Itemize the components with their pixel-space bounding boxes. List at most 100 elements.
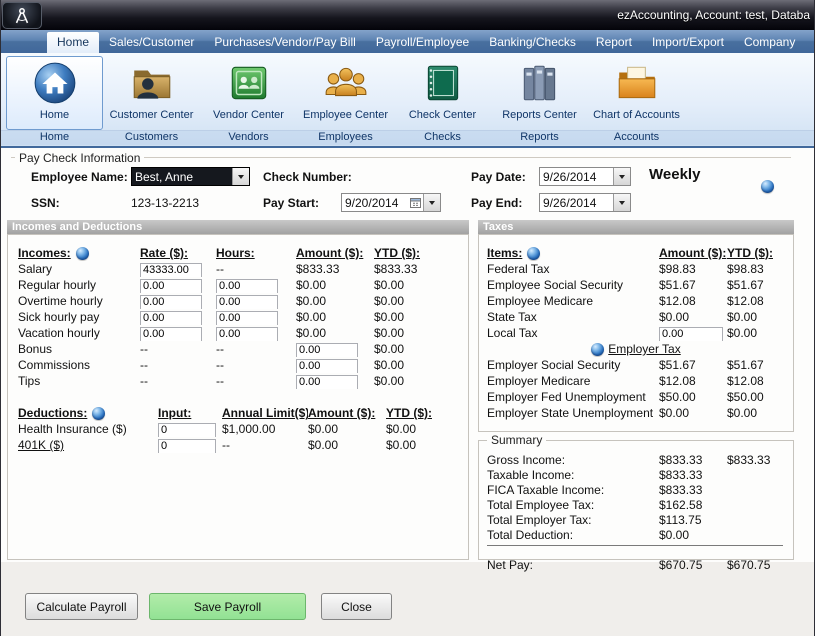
- health-insurance-input[interactable]: [158, 423, 216, 438]
- sublabel-checks[interactable]: Checks: [394, 131, 491, 145]
- tab-home[interactable]: Home: [47, 32, 99, 53]
- summary-label-total-employee-tax: Total Employee Tax:: [487, 498, 659, 513]
- incomes-help-globe-icon[interactable]: [76, 247, 89, 260]
- bonus-ytd: $0.00: [374, 341, 444, 357]
- sick-hourly-rate-input[interactable]: [140, 311, 202, 326]
- incomes-deductions-panel: Incomes: Rate ($): Hours: Amount ($): YT…: [7, 234, 469, 560]
- 401k-input[interactable]: [158, 439, 216, 454]
- calculate-payroll-button[interactable]: Calculate Payroll: [25, 593, 138, 620]
- chevron-down-icon: [429, 201, 435, 205]
- tax-label-employee-medicare: Employee Medicare: [487, 293, 659, 309]
- toolbar-home-button[interactable]: Home: [6, 56, 103, 130]
- pay-date-dropdown-button[interactable]: [613, 168, 630, 185]
- total-deduction-ytd: [727, 528, 783, 543]
- fica-taxable-income-ytd: [727, 483, 783, 498]
- deductions-help-globe-icon[interactable]: [92, 407, 105, 420]
- vacation-hourly-rate-input[interactable]: [140, 327, 202, 342]
- pay-date-select[interactable]: 9/26/2014: [539, 167, 631, 186]
- incomes-column-header: Incomes:: [18, 245, 71, 261]
- pay-end-dropdown-button[interactable]: [613, 194, 630, 211]
- sublabel-customers[interactable]: Customers: [103, 131, 200, 145]
- paycheck-section-title: Pay Check Information: [15, 151, 144, 165]
- sublabel-reports[interactable]: Reports: [491, 131, 588, 145]
- employee-name-dropdown-button[interactable]: [232, 168, 249, 185]
- pay-date-value: 9/26/2014: [540, 170, 613, 184]
- employer-fed-unemployment-ytd: $50.00: [727, 389, 785, 405]
- employer-social-security-ytd: $51.67: [727, 357, 785, 373]
- deduction-label-health-insurance: Health Insurance ($): [18, 421, 158, 437]
- home-icon: [32, 60, 78, 106]
- employer-medicare-ytd: $12.08: [727, 373, 785, 389]
- summary-table: Gross Income: $833.33 $833.33 Taxable In…: [487, 453, 793, 573]
- annual-limit-column-header: Annual Limit($):: [222, 405, 308, 421]
- toolbar-check-center-button[interactable]: Check Center: [394, 56, 491, 130]
- salary-rate-input[interactable]: [140, 263, 202, 278]
- state-tax-ytd: $0.00: [727, 309, 785, 325]
- calendar-icon[interactable]: [408, 197, 423, 208]
- salary-amount: $833.33: [296, 261, 374, 277]
- close-button[interactable]: Close: [321, 593, 392, 620]
- chevron-down-icon: [238, 175, 244, 179]
- save-payroll-button[interactable]: Save Payroll: [149, 593, 306, 620]
- pay-start-label: Pay Start:: [263, 196, 319, 210]
- taxable-income-amount: $833.33: [659, 468, 727, 483]
- regular-hourly-hours-input[interactable]: [216, 279, 278, 294]
- tab-company[interactable]: Company: [734, 30, 805, 53]
- pay-end-label: Pay End:: [471, 196, 522, 210]
- income-label-regular-hourly: Regular hourly: [18, 277, 140, 293]
- income-label-vacation-hourly: Vacation hourly: [18, 325, 140, 341]
- local-tax-input[interactable]: [659, 327, 723, 342]
- pay-date-label: Pay Date:: [471, 170, 526, 184]
- sick-hourly-hours-input[interactable]: [216, 311, 278, 326]
- summary-label-fica-taxable-income: FICA Taxable Income:: [487, 483, 659, 498]
- paycheck-help-globe-icon[interactable]: [761, 180, 774, 193]
- tax-amount-column-header: Amount ($):: [659, 245, 727, 261]
- pay-start-dropdown-button[interactable]: [423, 194, 440, 211]
- employee-name-label: Employee Name:: [31, 170, 128, 184]
- toolbar-chart-of-accounts-label: Chart of Accounts: [593, 109, 680, 121]
- bonus-amount-input[interactable]: [296, 343, 358, 358]
- toolbar-chart-of-accounts-button[interactable]: Chart of Accounts: [588, 56, 685, 130]
- sublabel-home[interactable]: Home: [6, 131, 103, 145]
- taxes-help-globe-icon[interactable]: [527, 247, 540, 260]
- app-logo-icon[interactable]: [2, 2, 42, 29]
- tab-help[interactable]: Help: [805, 30, 815, 53]
- commissions-amount-input[interactable]: [296, 359, 358, 374]
- deductions-column-header: Deductions:: [18, 405, 87, 421]
- overtime-hourly-hours-input[interactable]: [216, 295, 278, 310]
- tax-label-state: State Tax: [487, 309, 659, 325]
- toolbar-vendor-center-button[interactable]: Vendor Center: [200, 56, 297, 130]
- sublabel-employees[interactable]: Employees: [297, 131, 394, 145]
- tab-payroll-employee[interactable]: Payroll/Employee: [366, 30, 479, 53]
- tax-label-employee-social-security: Employee Social Security: [487, 277, 659, 293]
- tab-import-export[interactable]: Import/Export: [642, 30, 734, 53]
- toolbar-reports-center-button[interactable]: Reports Center: [491, 56, 588, 130]
- sublabel-vendors[interactable]: Vendors: [200, 131, 297, 145]
- toolbar-customer-center-button[interactable]: Customer Center: [103, 56, 200, 130]
- toolbar-reports-center-label: Reports Center: [502, 109, 577, 121]
- commissions-ytd: $0.00: [374, 357, 444, 373]
- check-number-input[interactable]: [361, 167, 457, 185]
- vacation-hourly-hours-input[interactable]: [216, 327, 278, 342]
- pay-end-select[interactable]: 9/26/2014: [539, 193, 631, 212]
- employer-tax-help-globe-icon[interactable]: [591, 343, 604, 356]
- pay-start-datepicker[interactable]: 9/20/2014: [341, 193, 441, 212]
- toolbar-customer-center-label: Customer Center: [110, 109, 194, 121]
- tab-sales-customer[interactable]: Sales/Customer: [99, 30, 204, 53]
- employee-name-select[interactable]: Best, Anne: [131, 167, 250, 186]
- income-label-commissions: Commissions: [18, 357, 140, 373]
- tab-banking-checks[interactable]: Banking/Checks: [479, 30, 586, 53]
- taxable-income-ytd: [727, 468, 783, 483]
- overtime-hourly-rate-input[interactable]: [140, 295, 202, 310]
- customer-center-icon: [129, 60, 175, 106]
- regular-hourly-rate-input[interactable]: [140, 279, 202, 294]
- summary-label-total-employer-tax: Total Employer Tax:: [487, 513, 659, 528]
- employer-social-security-amount: $51.67: [659, 357, 727, 373]
- tax-label-employer-fed-unemployment: Employer Fed Unemployment: [487, 389, 659, 405]
- toolbar-employee-center-button[interactable]: Employee Center: [297, 56, 394, 130]
- sublabel-accounts[interactable]: Accounts: [588, 131, 685, 145]
- tab-report[interactable]: Report: [586, 30, 642, 53]
- tab-purchases-vendor-pay-bill[interactable]: Purchases/Vendor/Pay Bill: [204, 30, 365, 53]
- tips-amount-input[interactable]: [296, 375, 358, 390]
- net-pay-amount: $670.75: [659, 558, 727, 573]
